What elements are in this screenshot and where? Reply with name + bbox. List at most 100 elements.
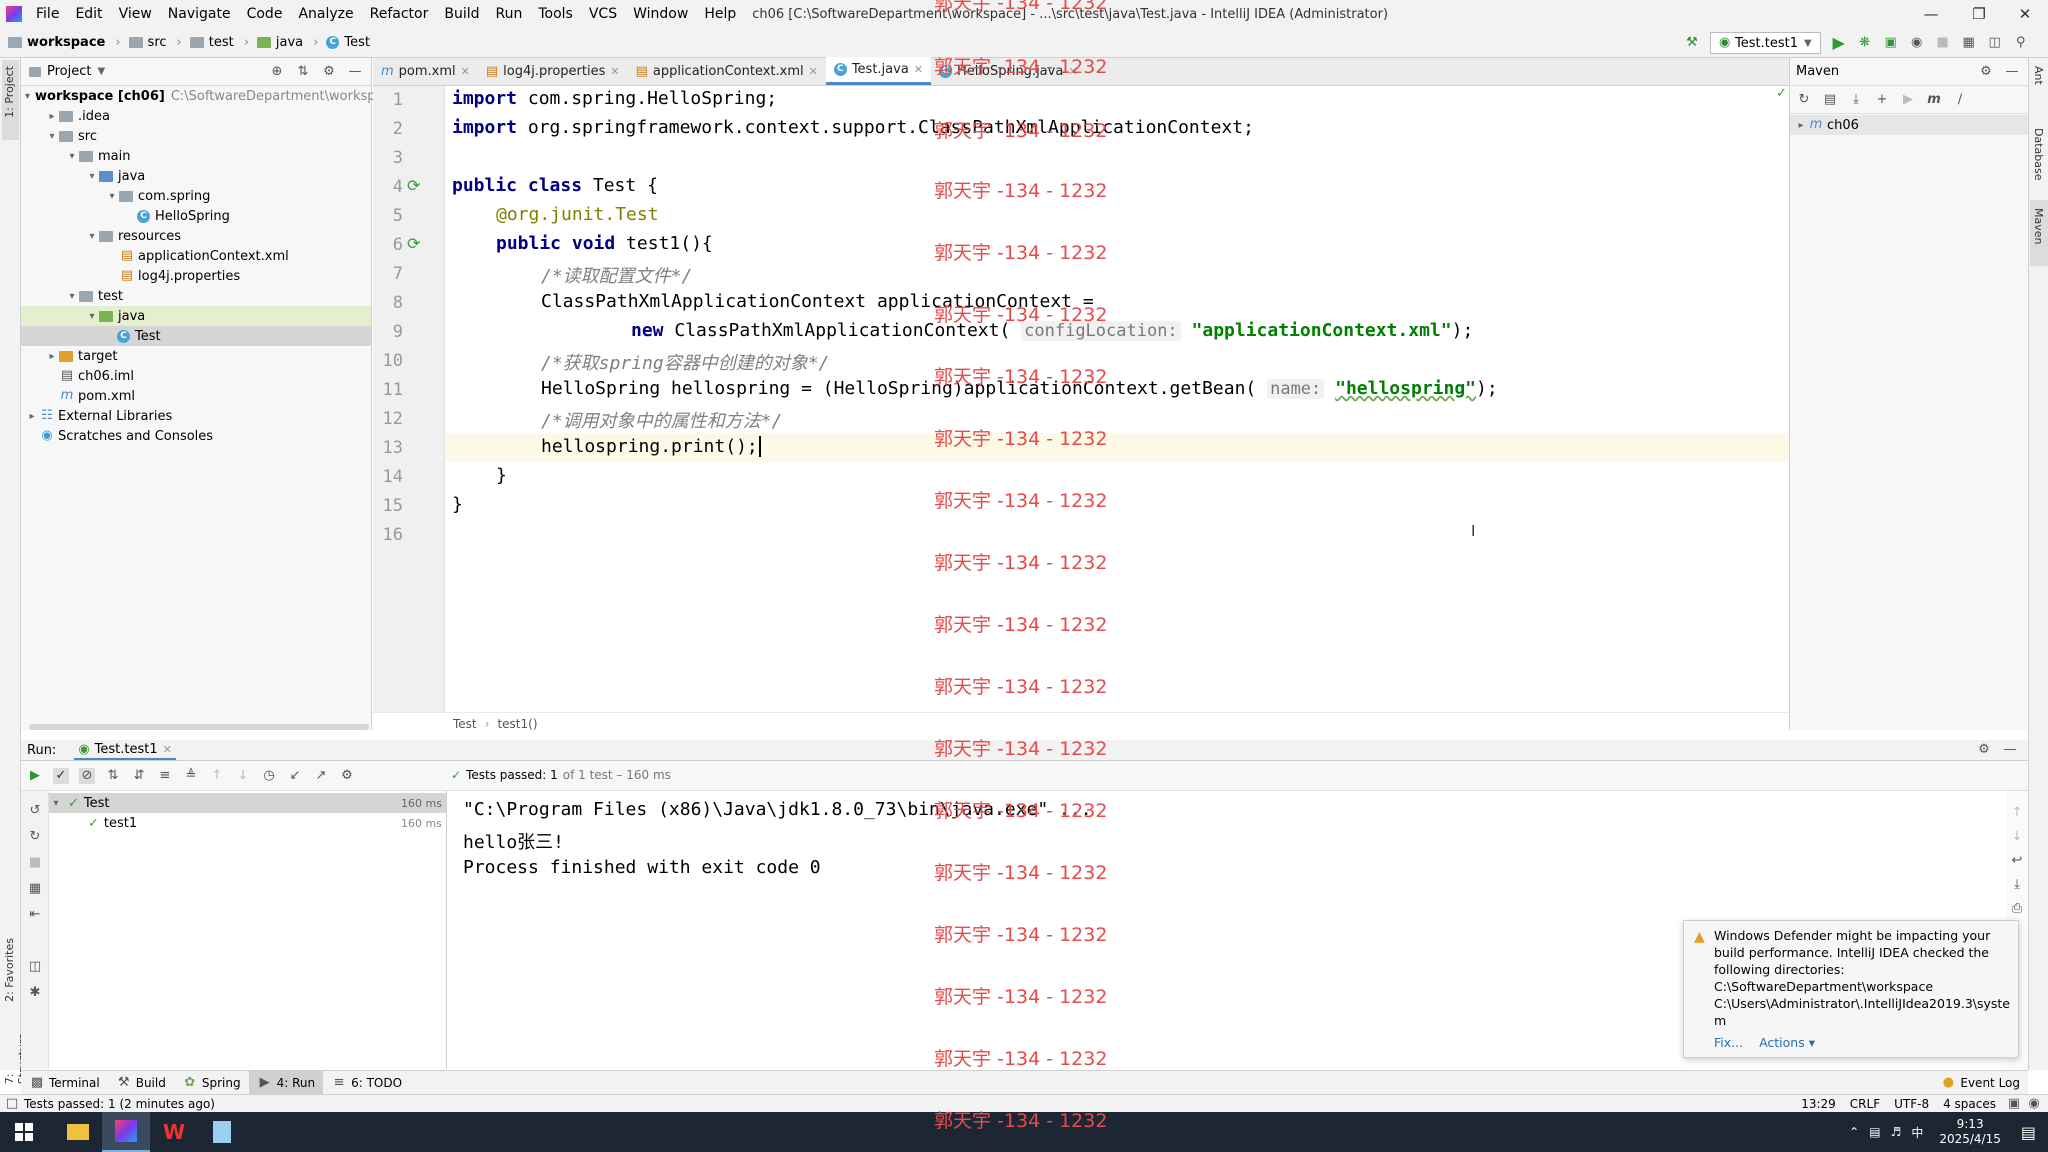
ime-indicator[interactable]: 中 <box>1911 1124 1923 1141</box>
status-message[interactable]: Tests passed: 1 (2 minutes ago) <box>24 1097 215 1111</box>
layout-icon[interactable]: ◫ <box>1987 35 2003 51</box>
sort-duration-icon[interactable]: ⇵ <box>131 768 147 784</box>
breadcrumb-test[interactable]: test <box>189 35 234 50</box>
tab-log4j-properties[interactable]: ▤ log4j.properties ✕ <box>478 57 628 85</box>
tree-item-external-libraries[interactable]: ▸ ☷ External Libraries <box>21 406 371 426</box>
gear-icon[interactable]: ⚙ <box>339 768 355 784</box>
maven-tool-tab[interactable]: Maven <box>2032 208 2045 244</box>
next-test-icon[interactable]: ↓ <box>235 768 251 784</box>
tree-item-applicationcontext-xml[interactable]: ▤ applicationContext.xml <box>21 246 371 266</box>
tab-pom-xml[interactable]: m pom.xml ✕ <box>373 57 478 85</box>
test-result-test[interactable]: ▾ ✓ Test 160 ms <box>49 793 446 813</box>
restore-button[interactable]: ❐ <box>1956 0 2002 28</box>
database-tool-tab[interactable]: Database <box>2032 128 2045 181</box>
rerun-icon[interactable]: ▶ <box>27 768 43 784</box>
project-structure-icon[interactable]: ▦ <box>1961 35 1977 51</box>
run-gutter-icon[interactable]: ⟳ <box>407 176 420 195</box>
close-icon[interactable]: ✕ <box>163 743 172 756</box>
build-hammer-icon[interactable]: ⚒ <box>1684 35 1700 51</box>
minimize-button[interactable]: — <box>1908 0 1954 28</box>
run-icon[interactable]: ▶ <box>1831 35 1847 51</box>
tree-item-hellospring[interactable]: C HelloSpring <box>21 206 371 226</box>
windows-start-icon[interactable] <box>0 1112 48 1152</box>
print-icon[interactable]: ⎙ <box>2009 901 2025 917</box>
menu-analyze[interactable]: Analyze <box>290 6 361 22</box>
breadcrumb-test-class[interactable]: C Test <box>326 35 370 50</box>
locate-icon[interactable]: ⊕ <box>269 64 285 80</box>
tree-item-main[interactable]: ▾ main <box>21 146 371 166</box>
tree-item-main-java[interactable]: ▾ java <box>21 166 371 186</box>
project-view-selector[interactable]: Project <box>47 64 91 79</box>
favorites-tool-tab[interactable]: 2: Favorites <box>3 938 16 1002</box>
show-passed-icon[interactable]: ✓ <box>53 768 69 784</box>
plus-icon[interactable]: + <box>1874 92 1890 108</box>
tray-chevron-icon[interactable]: ⌃ <box>1849 1125 1859 1139</box>
show-ignored-icon[interactable]: ⊘ <box>79 768 95 784</box>
network-icon[interactable]: ▤ <box>1869 1125 1880 1139</box>
fix-link[interactable]: Fix... <box>1714 1035 1743 1050</box>
debug-icon[interactable]: ❋ <box>1857 35 1873 51</box>
hide-icon[interactable]: — <box>347 64 363 80</box>
run-tool-button[interactable]: ▶ 4: Run <box>248 1070 324 1095</box>
exit-icon[interactable]: ⇤ <box>27 907 43 923</box>
scroll-down-icon[interactable]: ↓ <box>2009 829 2025 845</box>
menu-run[interactable]: Run <box>488 6 531 22</box>
stop-icon[interactable]: ■ <box>27 855 43 871</box>
clock[interactable]: 9:13 2025/4/15 <box>1939 1117 2001 1147</box>
horizontal-scrollbar[interactable] <box>29 724 369 730</box>
layout-icon[interactable]: ◫ <box>27 959 43 975</box>
scroll-to-end-icon[interactable]: ⤓ <box>2009 877 2025 893</box>
breadcrumb-workspace[interactable]: workspace <box>8 35 105 50</box>
gear-icon[interactable]: ⚙ <box>1976 742 1992 758</box>
tree-item-src[interactable]: ▾ src <box>21 126 371 146</box>
run-icon[interactable]: ▶ <box>1900 92 1916 108</box>
menu-vcs[interactable]: VCS <box>581 6 625 22</box>
chevron-down-icon[interactable]: ▼ <box>97 66 105 77</box>
notifications-icon[interactable]: ▤ <box>2021 1123 2036 1142</box>
file-explorer-icon[interactable] <box>54 1112 102 1152</box>
file-encoding[interactable]: UTF-8 <box>1894 1097 1929 1111</box>
toggle-auto-test-icon[interactable]: ↻ <box>27 829 43 845</box>
run-tab[interactable]: ◉ Test.test1 ✕ <box>74 740 176 760</box>
close-icon[interactable]: ✕ <box>809 65 818 78</box>
maven-goal-icon[interactable]: m <box>1926 92 1942 108</box>
breadcrumb-src[interactable]: src <box>128 35 167 50</box>
tree-item-com-spring[interactable]: ▾ com.spring <box>21 186 371 206</box>
actions-link[interactable]: Actions ▾ <box>1759 1035 1815 1050</box>
todo-tool-button[interactable]: ≡ 6: TODO <box>323 1071 410 1095</box>
tree-item-ch06-iml[interactable]: ▤ ch06.iml <box>21 366 371 386</box>
close-icon[interactable]: ✕ <box>610 65 619 78</box>
add-folder-icon[interactable]: ▤ <box>1822 92 1838 108</box>
inspector-icon[interactable]: ◉ <box>2026 1096 2042 1112</box>
close-button[interactable]: ✕ <box>2002 0 2048 28</box>
tree-item-test-class[interactable]: C Test <box>21 326 371 346</box>
terminal-tool-button[interactable]: ▩ Terminal <box>21 1071 108 1095</box>
close-icon[interactable]: ✕ <box>914 63 923 76</box>
tree-item-idea[interactable]: ▸ .idea <box>21 106 371 126</box>
line-separator[interactable]: CRLF <box>1850 1097 1880 1111</box>
test-result-test1[interactable]: ✓ test1 160 ms <box>49 813 446 833</box>
volume-icon[interactable]: ♬ <box>1891 1125 1902 1139</box>
expand-all-icon[interactable]: ≡ <box>157 768 173 784</box>
toggle-offline-icon[interactable]: ∕ <box>1952 92 1968 108</box>
tree-item-target[interactable]: ▸ target <box>21 346 371 366</box>
stop-icon[interactable]: ■ <box>1935 35 1951 51</box>
gear-icon[interactable]: ⚙ <box>321 64 337 80</box>
menu-refactor[interactable]: Refactor <box>362 6 437 22</box>
breadcrumb-java[interactable]: java <box>256 35 303 50</box>
inspection-ok-icon[interactable]: ✓ <box>1776 86 1787 101</box>
export-tests-icon[interactable]: ↗ <box>313 768 329 784</box>
ant-tool-tab[interactable]: Ant <box>2032 66 2045 85</box>
menu-help[interactable]: Help <box>696 6 744 22</box>
tree-item-test[interactable]: ▾ test <box>21 286 371 306</box>
menu-tools[interactable]: Tools <box>530 6 581 22</box>
menu-file[interactable]: File <box>28 6 67 22</box>
tab-test-java[interactable]: C Test.java ✕ <box>825 57 932 85</box>
crumb-test[interactable]: Test <box>453 717 477 731</box>
menu-navigate[interactable]: Navigate <box>160 6 239 22</box>
tree-item-workspace[interactable]: ▾ workspace [ch06] C:\SoftwareDepartment\w… <box>21 86 399 106</box>
run-gutter-icon[interactable]: ⟳ <box>407 234 420 253</box>
soft-wrap-icon[interactable]: ↩ <box>2009 853 2025 869</box>
tree-item-test-java[interactable]: ▾ java <box>21 306 371 326</box>
notepad-icon[interactable] <box>198 1112 246 1152</box>
